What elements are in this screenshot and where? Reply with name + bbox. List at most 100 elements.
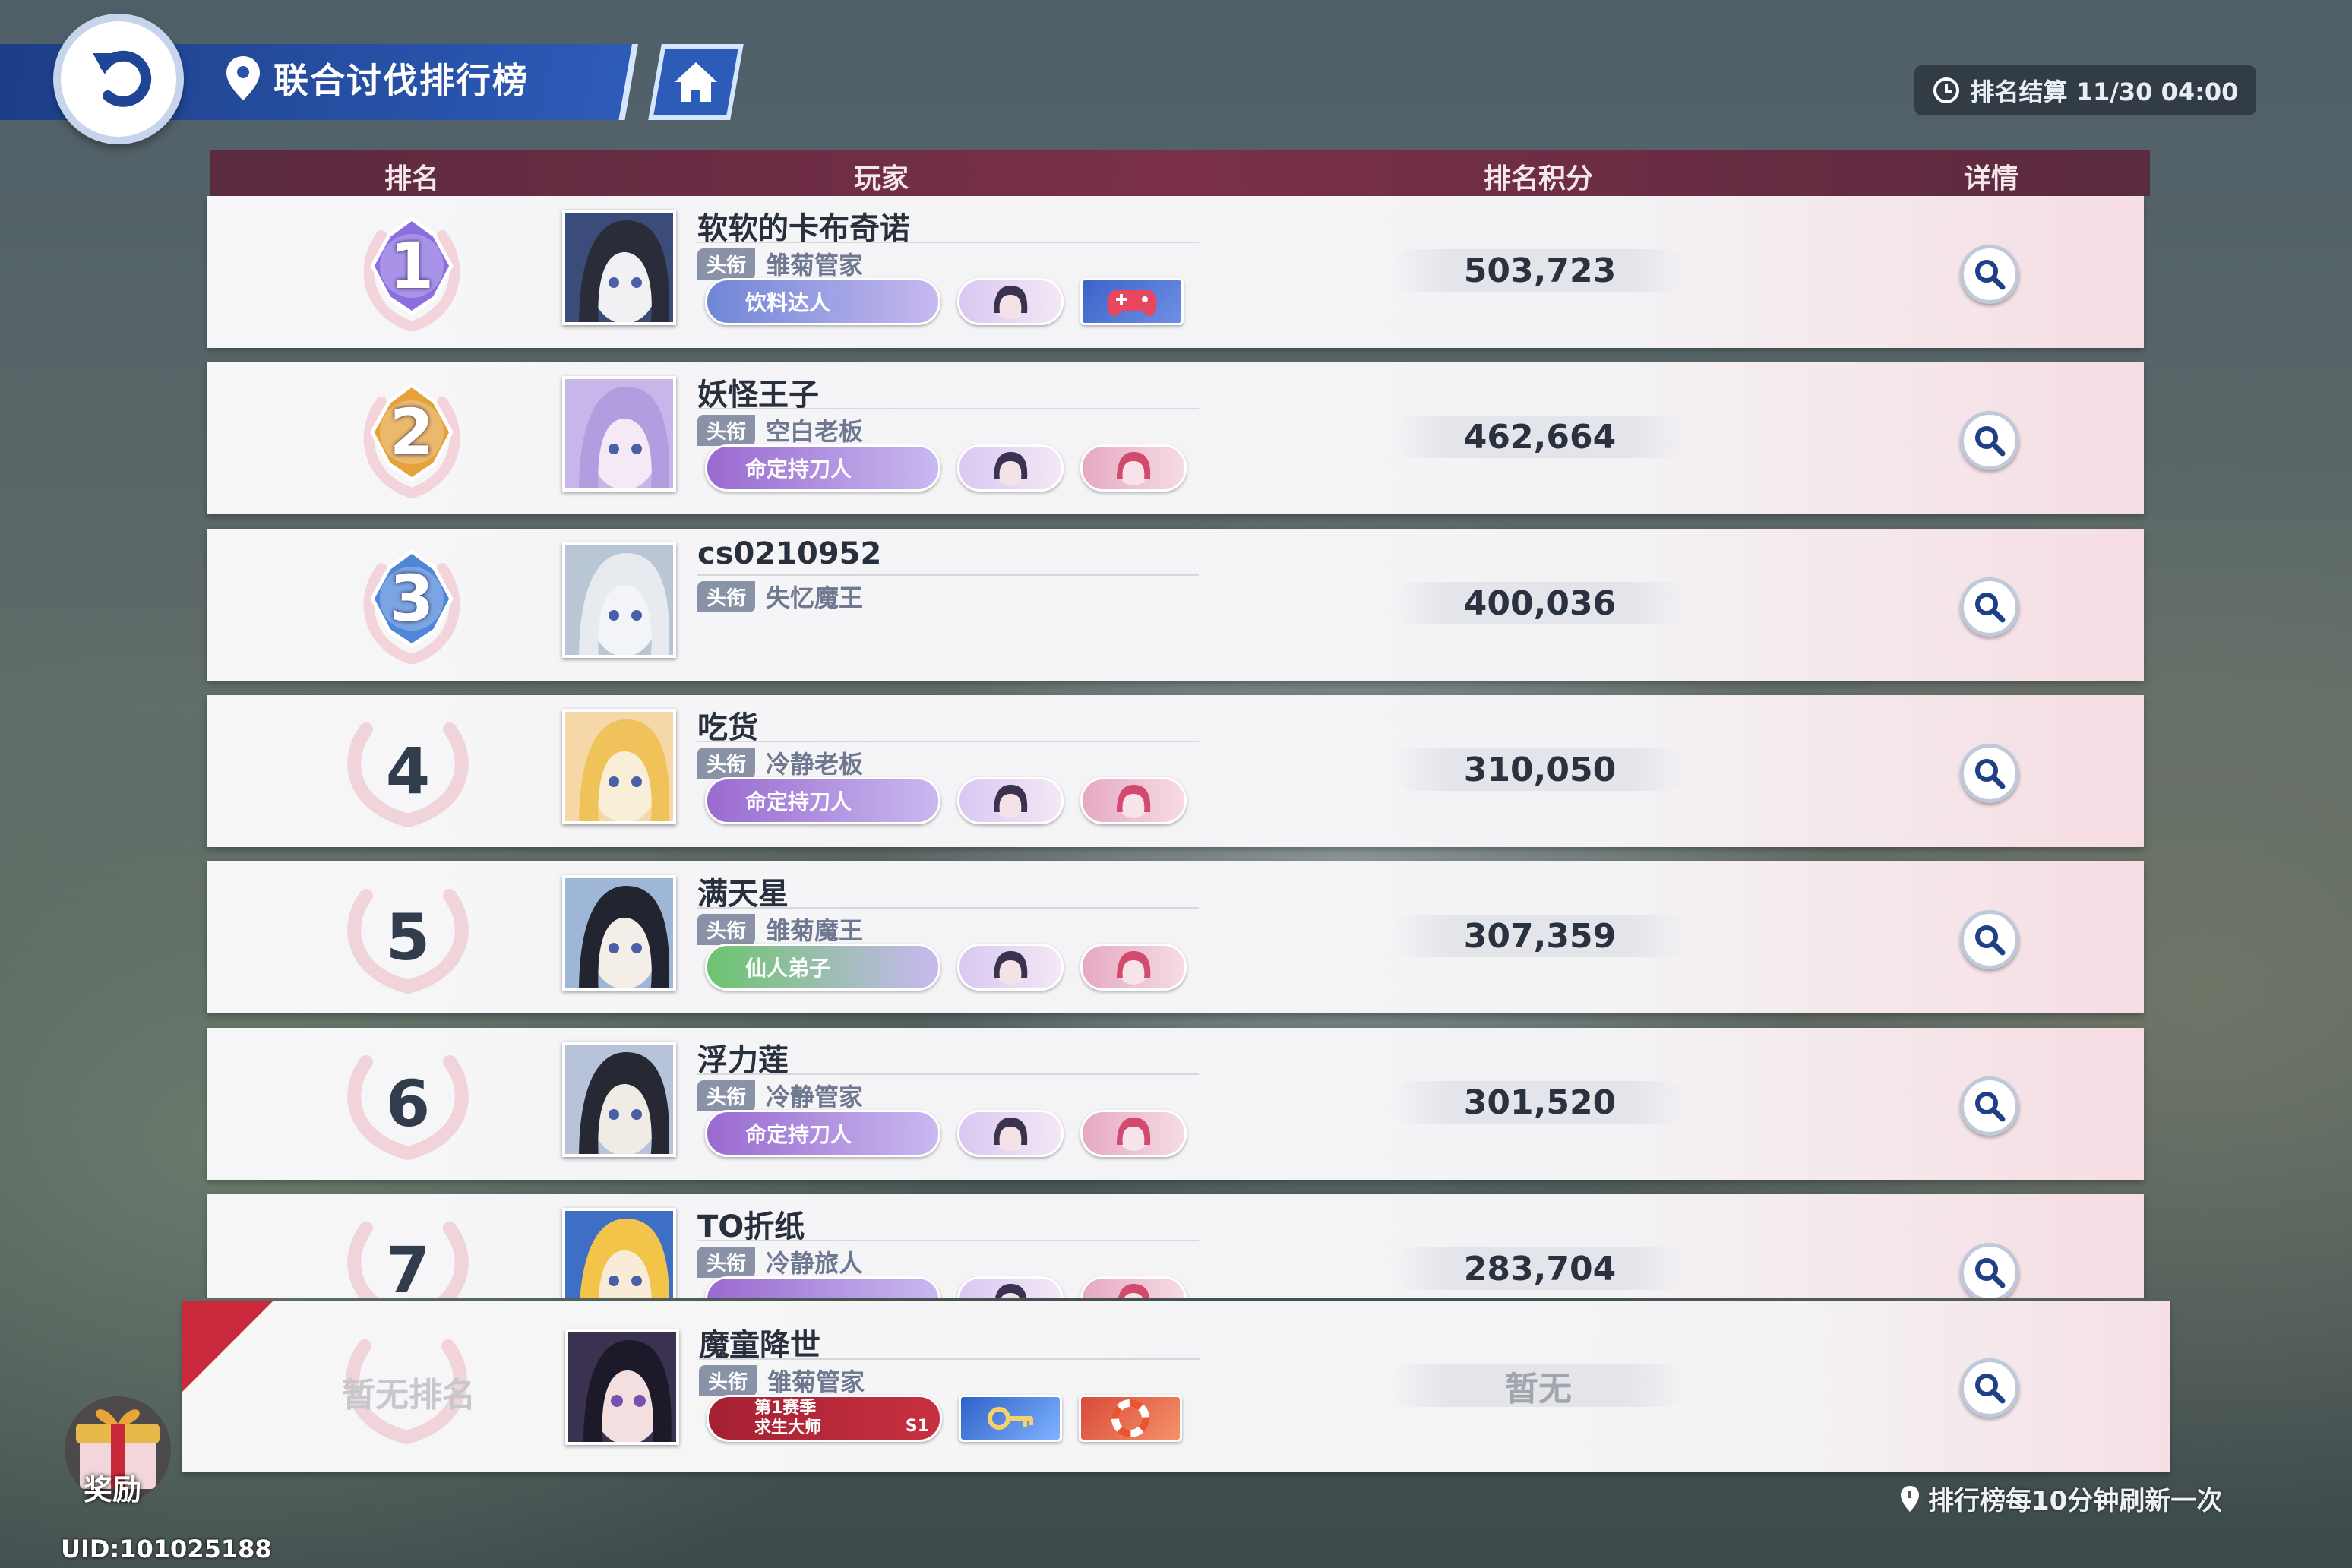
season-badge-line1: 第1赛季 <box>754 1399 817 1418</box>
avatar[interactable] <box>562 1208 676 1298</box>
divider <box>697 574 1199 576</box>
companion-badge[interactable] <box>957 1110 1064 1157</box>
avatar[interactable] <box>565 1329 679 1445</box>
detail-button[interactable] <box>1960 1243 2019 1298</box>
companion-badge[interactable] <box>1080 944 1187 991</box>
info-pin-icon <box>1901 1485 1919 1512</box>
achievement-badge[interactable] <box>705 1276 940 1298</box>
search-icon <box>1975 593 2006 623</box>
achievement-badge[interactable]: 命定持刀人 <box>705 777 940 824</box>
badge-list: 第1赛季 求生大师 S1 <box>707 1395 1182 1442</box>
player-title: 头衔 雏菊管家 <box>699 1363 865 1398</box>
user-id: UID:101025188 <box>61 1535 272 1563</box>
companion-badge[interactable] <box>957 278 1064 325</box>
divider <box>697 1240 1199 1241</box>
season-badge[interactable]: 第1赛季 求生大师 S1 <box>707 1395 942 1442</box>
ranking-list[interactable]: 1 软软的卡布奇诺 头衔 雏菊管家 饮料达人 503,723 2 妖怪王子 头衔 <box>0 196 2352 1298</box>
badge-list: 命定持刀人 <box>705 777 1187 824</box>
achievement-label: 饮料达人 <box>745 290 831 315</box>
player-name: cs0210952 <box>697 536 882 571</box>
companion-badge[interactable] <box>1080 1276 1187 1298</box>
rank-score: 307,359 <box>1392 915 1688 957</box>
rank-score: 503,723 <box>1392 249 1688 292</box>
character-icon <box>1118 1284 1150 1298</box>
avatar[interactable] <box>562 210 676 325</box>
badge-list: 命定持刀人 <box>705 1110 1187 1157</box>
my-detail-button[interactable] <box>1960 1358 2019 1418</box>
rank-number: 2 <box>389 395 435 469</box>
key-badge[interactable] <box>959 1395 1062 1442</box>
badge-list: 饮料达人 <box>705 278 1184 325</box>
lifebuoy-icon <box>1111 1399 1149 1437</box>
detail-button[interactable] <box>1960 245 2019 304</box>
title-tag: 头衔 <box>697 747 756 779</box>
lifebuoy-badge[interactable] <box>1079 1395 1182 1442</box>
table-row[interactable]: 7 TO折纸 头衔 冷静旅人 283,704 <box>207 1194 2144 1298</box>
companion-badge[interactable] <box>1080 777 1187 824</box>
avatar[interactable] <box>562 376 676 492</box>
col-score: 排名积分 <box>1483 163 1594 194</box>
search-icon <box>1975 759 2006 789</box>
detail-button[interactable] <box>1960 411 2019 470</box>
avatar[interactable] <box>562 1042 676 1157</box>
avatar[interactable] <box>562 542 676 658</box>
companion-badge[interactable] <box>1080 444 1187 492</box>
player-title: 头衔 冷静管家 <box>697 1078 863 1113</box>
corner-ribbon <box>182 1301 273 1392</box>
player-title: 头衔 雏菊魔王 <box>697 912 863 947</box>
character-icon <box>1117 1118 1151 1151</box>
title-text: 失忆魔王 <box>766 583 864 612</box>
refresh-note: 排行榜每10分钟刷新一次 <box>1899 1480 2222 1517</box>
avatar[interactable] <box>562 709 676 824</box>
season-badge-line2: 求生大师 <box>754 1418 822 1437</box>
search-icon <box>1975 1374 2006 1404</box>
table-row[interactable]: 4 吃货 头衔 冷静老板 命定持刀人 310,050 <box>207 695 2144 847</box>
table-row[interactable]: 5 满天星 头衔 雏菊魔王 仙人弟子 307,359 <box>207 861 2144 1013</box>
title-tag: 头衔 <box>697 248 756 280</box>
avatar[interactable] <box>562 875 676 991</box>
rank-number: 5 <box>385 900 431 975</box>
refresh-text: 排行榜每10分钟刷新一次 <box>1928 1486 2223 1516</box>
character-icon <box>994 785 1028 818</box>
player-title: 头衔 空白老板 <box>697 413 863 447</box>
detail-button[interactable] <box>1960 577 2019 637</box>
title-tag: 头衔 <box>697 1246 756 1278</box>
rank-score: 400,036 <box>1392 582 1688 624</box>
companion-badge[interactable] <box>957 1276 1064 1298</box>
back-button[interactable] <box>53 14 184 144</box>
badge-list: 仙人弟子 <box>705 944 1187 991</box>
achievement-badge[interactable]: 命定持刀人 <box>705 444 940 492</box>
companion-badge[interactable] <box>957 944 1064 991</box>
reward-label[interactable]: 奖励 <box>84 1466 141 1508</box>
companion-badge[interactable] <box>1080 1110 1187 1157</box>
character-icon <box>1117 452 1151 485</box>
divider <box>699 1358 1200 1360</box>
character-icon <box>1117 785 1151 818</box>
table-row[interactable]: 6 浮力莲 头衔 冷静管家 命定持刀人 301,520 <box>207 1028 2144 1180</box>
badge-list <box>705 1276 1187 1298</box>
page-title: 联合讨伐排行榜 <box>273 60 529 101</box>
gamepad-badge[interactable] <box>1080 278 1184 325</box>
home-button[interactable] <box>648 44 744 120</box>
divider <box>697 741 1199 742</box>
detail-button[interactable] <box>1960 744 2019 803</box>
companion-badge[interactable] <box>957 777 1064 824</box>
location-pin-icon <box>226 56 260 100</box>
table-row[interactable]: 3 cs0210952 头衔 失忆魔王 400,036 <box>207 529 2144 681</box>
table-row[interactable]: 2 妖怪王子 头衔 空白老板 命定持刀人 462,664 <box>207 362 2144 514</box>
title-text: 雏菊管家 <box>767 1367 865 1396</box>
achievement-badge[interactable]: 饮料达人 <box>705 278 940 325</box>
detail-button[interactable] <box>1960 1076 2019 1136</box>
back-arrow-icon <box>93 50 152 107</box>
table-row[interactable]: 1 软软的卡布奇诺 头衔 雏菊管家 饮料达人 503,723 <box>207 196 2144 348</box>
character-icon <box>994 452 1028 485</box>
achievement-badge[interactable]: 命定持刀人 <box>705 1110 940 1157</box>
character-icon <box>994 1118 1028 1151</box>
detail-button[interactable] <box>1960 910 2019 969</box>
character-icon <box>1117 951 1151 985</box>
achievement-label: 命定持刀人 <box>745 789 852 814</box>
companion-badge[interactable] <box>957 444 1064 492</box>
clock-icon <box>1933 77 1959 103</box>
search-icon <box>1975 1092 2006 1122</box>
achievement-badge[interactable]: 仙人弟子 <box>705 944 940 991</box>
